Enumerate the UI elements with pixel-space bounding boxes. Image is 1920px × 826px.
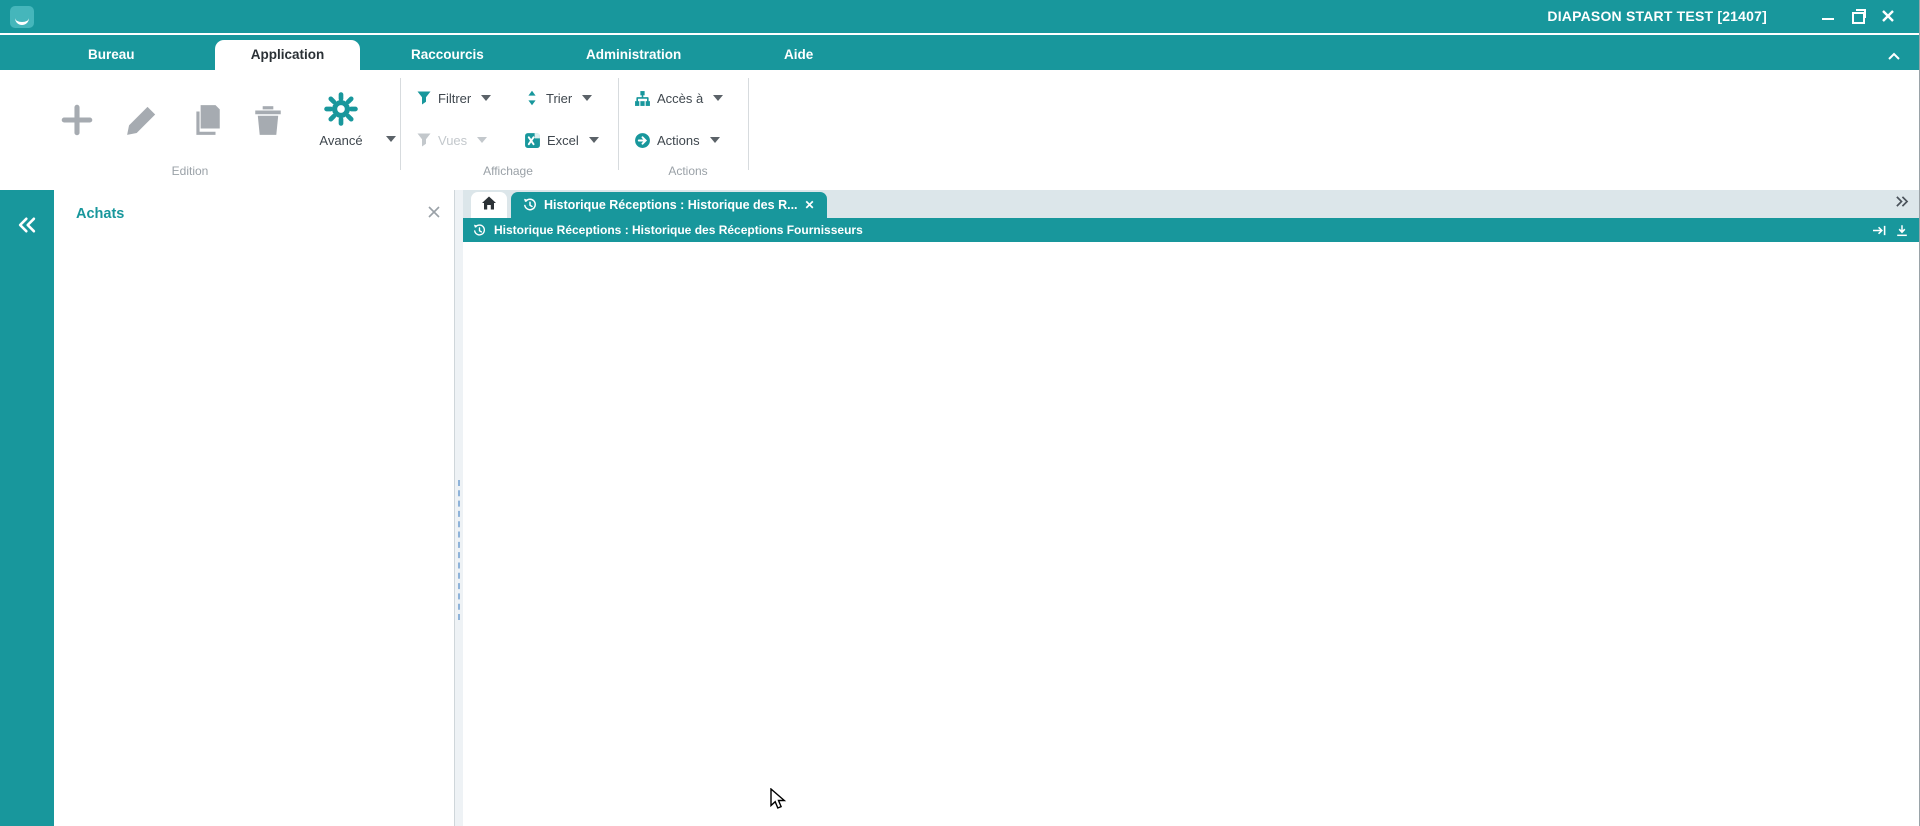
access-caret-icon[interactable]: [713, 95, 723, 101]
add-button[interactable]: [55, 98, 99, 142]
history-icon: [473, 224, 486, 237]
menu-tab-bureau[interactable]: Bureau: [62, 40, 161, 70]
sidebar-title: Achats: [76, 206, 428, 222]
excel-icon: [524, 132, 541, 149]
sidebar-close-icon[interactable]: [428, 205, 440, 223]
view-title: Historique Réceptions : Historique des R…: [494, 223, 1864, 237]
group-label-actions: Actions: [608, 164, 768, 178]
tab-close-icon[interactable]: ✕: [805, 198, 815, 212]
view-header-band: Historique Réceptions : Historique des R…: [463, 218, 1919, 242]
views-button: Vues: [416, 128, 487, 152]
filter-button[interactable]: Filtrer: [416, 86, 491, 110]
advanced-caret-icon[interactable]: [386, 136, 396, 142]
gear-icon: [306, 92, 376, 131]
export-icon[interactable]: [1895, 224, 1909, 237]
minimize-button[interactable]: [1819, 7, 1837, 25]
delete-button[interactable]: [246, 98, 290, 142]
app-body: Achats Historique Réceptions : Historiqu…: [0, 190, 1919, 826]
tab-home[interactable]: [471, 192, 507, 218]
advanced-button[interactable]: Avancé: [306, 92, 376, 148]
collapse-ribbon-icon[interactable]: [1887, 48, 1901, 66]
group-label-affichage: Affichage: [428, 164, 588, 178]
app-window: DIAPASON START TEST [21407] Bureau Applic…: [0, 0, 1920, 826]
filter-caret-icon[interactable]: [481, 95, 491, 101]
excel-button[interactable]: Excel: [524, 128, 599, 152]
sort-button[interactable]: Trier: [524, 86, 592, 110]
close-button[interactable]: [1879, 7, 1897, 25]
funnel-icon: [416, 90, 432, 106]
menu-tab-application[interactable]: Application: [215, 40, 360, 70]
sort-icon: [524, 90, 540, 106]
panel-splitter[interactable]: [455, 190, 463, 826]
menu-tab-aide[interactable]: Aide: [758, 40, 839, 70]
copy-button[interactable]: [185, 98, 229, 142]
edit-button[interactable]: [120, 98, 164, 142]
tab-historique-receptions[interactable]: Historique Réceptions : Historique des R…: [511, 192, 827, 218]
sort-caret-icon[interactable]: [582, 95, 592, 101]
tab-overflow-icon[interactable]: [1894, 195, 1909, 213]
access-to-button[interactable]: Accès à: [634, 86, 723, 110]
actions-button[interactable]: Actions: [634, 128, 720, 152]
ribbon-separator: [400, 78, 401, 170]
goto-last-icon[interactable]: [1872, 224, 1887, 237]
title-bar: DIAPASON START TEST [21407]: [0, 0, 1919, 33]
app-logo-icon: [10, 6, 34, 28]
menu-bar: Bureau Application Raccourcis Administratio…: [0, 33, 1919, 70]
ribbon: Avancé Filtrer Vues Trier Excel Accès à …: [0, 70, 1919, 190]
funnel-icon: [416, 132, 432, 148]
history-icon: [523, 198, 537, 212]
collapse-panel-icon[interactable]: [0, 202, 54, 248]
arrow-circle-icon: [634, 132, 651, 149]
excel-caret-icon[interactable]: [589, 137, 599, 143]
sidebar-panel: Achats: [54, 190, 455, 826]
views-caret-icon: [477, 137, 487, 143]
ribbon-separator: [748, 78, 749, 170]
actions-caret-icon[interactable]: [710, 137, 720, 143]
document-tab-bar: Historique Réceptions : Historique des R…: [463, 190, 1919, 218]
ribbon-separator: [618, 78, 619, 170]
window-title: DIAPASON START TEST [21407]: [1547, 8, 1767, 24]
menu-tab-administration[interactable]: Administration: [560, 40, 707, 70]
restore-button[interactable]: [1849, 7, 1867, 25]
org-chart-icon: [634, 90, 651, 107]
home-icon: [481, 195, 497, 216]
group-label-edition: Edition: [110, 164, 270, 178]
module-rail: [0, 190, 54, 826]
main-area: Historique Réceptions : Historique des R…: [463, 190, 1919, 826]
menu-tab-raccourcis[interactable]: Raccourcis: [385, 40, 510, 70]
